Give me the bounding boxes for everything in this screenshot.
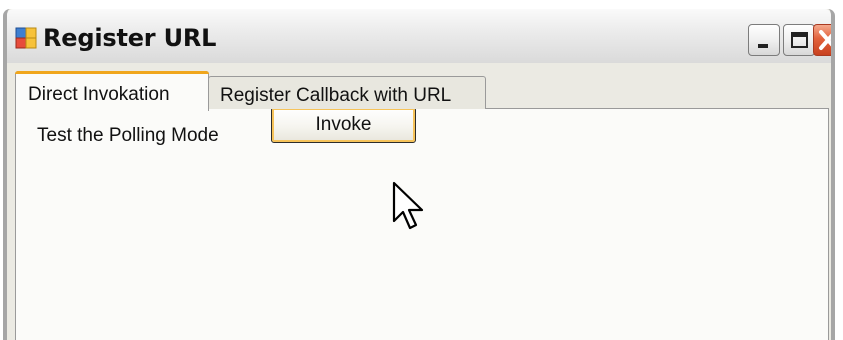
tab-direct-invokation[interactable]: Direct Invokation	[15, 71, 209, 111]
tab-label: Register Callback with URL	[220, 85, 452, 106]
tab-label: Direct Invokation	[28, 84, 170, 105]
polling-mode-label: Test the Polling Mode	[37, 125, 219, 146]
maximize-icon	[791, 32, 808, 48]
screen: Register URL Direct Invokation Register …	[0, 0, 843, 340]
title-bar[interactable]: Register URL	[7, 9, 831, 63]
register-url-window: Register URL Direct Invokation Register …	[3, 9, 835, 340]
window-title: Register URL	[43, 24, 217, 52]
maximize-button[interactable]	[783, 24, 815, 56]
minimize-icon	[758, 44, 768, 48]
close-icon	[819, 30, 831, 50]
tab-register-callback[interactable]: Register Callback with URL	[208, 76, 486, 109]
close-button[interactable]	[813, 24, 831, 56]
invoke-button[interactable]: Invoke	[271, 107, 416, 143]
minimize-button[interactable]	[748, 24, 780, 56]
mouse-pointer-icon	[392, 181, 424, 230]
app-form-icon	[15, 27, 37, 49]
